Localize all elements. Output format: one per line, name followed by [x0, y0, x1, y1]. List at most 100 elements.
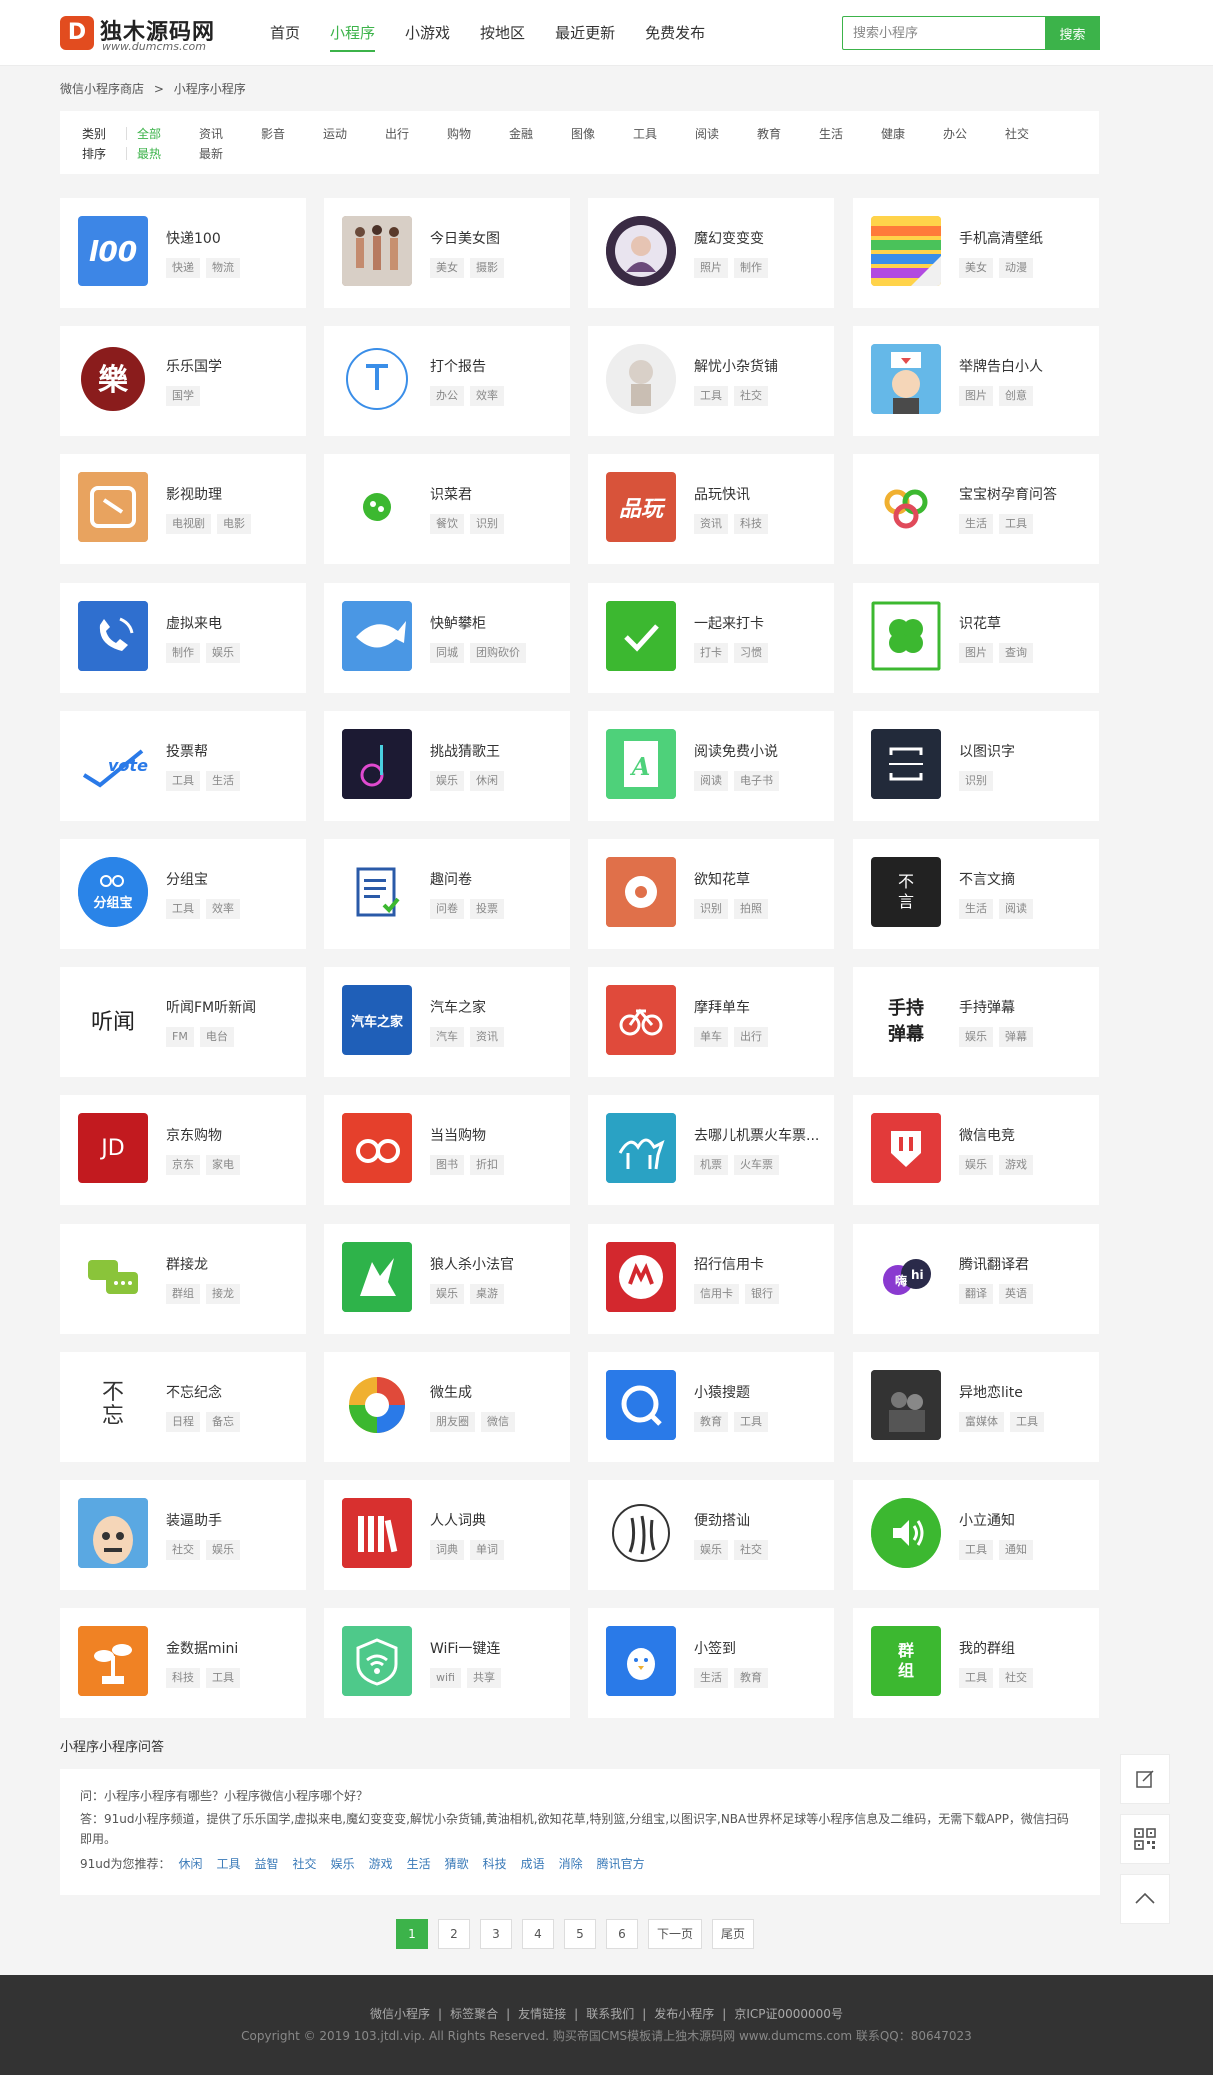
- app-name[interactable]: 狼人杀小法官: [430, 1254, 514, 1274]
- app-card[interactable]: 微生成 朋友圈 微信: [324, 1352, 570, 1462]
- app-card[interactable]: vote 投票帮 工具 生活: [60, 711, 306, 821]
- category-option[interactable]: 生活: [819, 125, 881, 142]
- app-tag[interactable]: 微信: [481, 1412, 515, 1432]
- app-card[interactable]: 樂 乐乐国学 国学: [60, 326, 306, 436]
- app-card[interactable]: 打个报告 办公 效率: [324, 326, 570, 436]
- rainbow-paper-icon[interactable]: [871, 216, 941, 286]
- app-card[interactable]: 便劲搭讪 娱乐 社交: [588, 1480, 834, 1590]
- app-tag[interactable]: 工具: [166, 899, 200, 919]
- app-tag[interactable]: 工具: [694, 386, 728, 406]
- app-tag[interactable]: 共享: [466, 1668, 501, 1688]
- app-name[interactable]: 影视助理: [166, 484, 222, 504]
- app-card[interactable]: 去哪儿机票火车票... 机票 火车票: [588, 1095, 834, 1205]
- recommend-link[interactable]: 猜歌: [445, 1855, 469, 1872]
- app-card[interactable]: 摩拜单车 单车 出行: [588, 967, 834, 1077]
- app-tag[interactable]: 家电: [206, 1155, 240, 1175]
- app-tag[interactable]: 拍照: [734, 899, 768, 919]
- category-option[interactable]: 社交: [1005, 125, 1067, 142]
- recommend-link[interactable]: 休闲: [179, 1855, 203, 1872]
- app-tag[interactable]: 出行: [734, 1027, 768, 1047]
- buyan-icon[interactable]: 不言: [871, 857, 941, 927]
- app-name[interactable]: 解忧小杂货铺: [694, 356, 778, 376]
- flower-icon[interactable]: [606, 857, 676, 927]
- app-tag[interactable]: 生活: [959, 899, 993, 919]
- recommend-link[interactable]: 工具: [217, 1855, 241, 1872]
- recommend-link[interactable]: 成语: [521, 1855, 545, 1872]
- recommend-link[interactable]: 科技: [483, 1855, 507, 1872]
- nav-item[interactable]: 首页: [255, 0, 315, 66]
- page-button[interactable]: 5: [564, 1919, 596, 1949]
- category-option[interactable]: 运动: [323, 125, 385, 142]
- app-tag[interactable]: 银行: [745, 1284, 779, 1304]
- app-name[interactable]: 招行信用卡: [694, 1254, 764, 1274]
- site-logo[interactable]: D 独木源码网 www.dumcms.com: [60, 14, 235, 54]
- app-tag[interactable]: 识别: [694, 899, 728, 919]
- app-tag[interactable]: 单词: [470, 1540, 504, 1560]
- category-option[interactable]: 出行: [385, 125, 447, 142]
- app-tag[interactable]: 朋友圈: [430, 1412, 475, 1432]
- app-tag[interactable]: 动漫: [999, 258, 1033, 278]
- app-name[interactable]: 我的群组: [959, 1638, 1015, 1658]
- sprout-icon[interactable]: [78, 1626, 148, 1696]
- app-tag[interactable]: 制作: [734, 258, 768, 278]
- app-card[interactable]: l00 快递100 快递 物流: [60, 198, 306, 308]
- edit-icon[interactable]: [1120, 1754, 1170, 1804]
- app-tag[interactable]: 汽车: [430, 1027, 464, 1047]
- app-tag[interactable]: 阅读: [999, 899, 1033, 919]
- app-tag[interactable]: 娱乐: [694, 1540, 728, 1560]
- app-tag[interactable]: 资讯: [470, 1027, 504, 1047]
- dangdang-icon[interactable]: [342, 1113, 412, 1183]
- app-card[interactable]: 手机高清壁纸 美女 动漫: [853, 198, 1099, 308]
- app-tag[interactable]: 工具: [959, 1668, 993, 1688]
- page-button[interactable]: 下一页: [648, 1919, 703, 1949]
- page-button[interactable]: 1: [396, 1919, 428, 1949]
- bike-icon[interactable]: [606, 985, 676, 1055]
- app-card[interactable]: 不忘不忘纪念 日程 备忘: [60, 1352, 306, 1462]
- recommend-link[interactable]: 消除: [559, 1855, 583, 1872]
- app-card[interactable]: 小立通知 工具 通知: [853, 1480, 1099, 1590]
- app-tag[interactable]: 美女: [430, 258, 464, 278]
- app-card[interactable]: 快鲈攀柜 同城 团购砍价: [324, 583, 570, 693]
- app-name[interactable]: 京东购物: [166, 1125, 222, 1145]
- app-tag[interactable]: 娱乐: [959, 1155, 993, 1175]
- app-tag[interactable]: 折扣: [470, 1155, 504, 1175]
- page-button[interactable]: 2: [438, 1919, 470, 1949]
- app-tag[interactable]: 信用卡: [694, 1284, 739, 1304]
- app-name[interactable]: 腾讯翻译君: [959, 1254, 1029, 1274]
- breadcrumb-home[interactable]: 微信小程序商店: [60, 82, 144, 96]
- app-tag[interactable]: 电影: [217, 514, 251, 534]
- app-name[interactable]: 乐乐国学: [166, 356, 222, 376]
- buwang-icon[interactable]: 不忘: [78, 1370, 148, 1440]
- app-name[interactable]: 今日美女图: [430, 228, 500, 248]
- page-button[interactable]: 6: [606, 1919, 638, 1949]
- app-card[interactable]: 欲知花草 识别 拍照: [588, 839, 834, 949]
- app-tag[interactable]: 工具: [206, 1668, 240, 1688]
- footer-link[interactable]: 京ICP证0000000号: [734, 2007, 843, 2021]
- app-card[interactable]: 举牌告白小人 图片 创意: [853, 326, 1099, 436]
- app-card[interactable]: 今日美女图 美女 摄影: [324, 198, 570, 308]
- app-card[interactable]: 一起来打卡 打卡 习惯: [588, 583, 834, 693]
- app-tag[interactable]: wifi: [430, 1668, 461, 1688]
- app-card[interactable]: 小签到 生活 教育: [588, 1608, 834, 1718]
- app-name[interactable]: 汽车之家: [430, 997, 486, 1017]
- app-name[interactable]: 装逼助手: [166, 1510, 222, 1530]
- footer-link[interactable]: 微信小程序: [370, 2007, 430, 2021]
- jd-icon[interactable]: JD: [78, 1113, 148, 1183]
- app-tag[interactable]: 工具: [1010, 1412, 1044, 1432]
- app-tag[interactable]: 机票: [694, 1155, 728, 1175]
- app-tag[interactable]: 创意: [999, 386, 1033, 406]
- app-tag[interactable]: 团购砍价: [470, 643, 526, 663]
- bird-icon[interactable]: [606, 1626, 676, 1696]
- app-card[interactable]: 微信电竞 娱乐 游戏: [853, 1095, 1099, 1205]
- app-card[interactable]: A 阅读免费小说 阅读 电子书: [588, 711, 834, 821]
- app-tag[interactable]: 社交: [999, 1668, 1033, 1688]
- app-tag[interactable]: 餐饮: [430, 514, 464, 534]
- category-option[interactable]: 健康: [881, 125, 943, 142]
- app-card[interactable]: 不言不言文摘 生活 阅读: [853, 839, 1099, 949]
- survey-icon[interactable]: [342, 857, 412, 927]
- app-tag[interactable]: 英语: [999, 1284, 1033, 1304]
- danmu-icon[interactable]: 手持 弹幕: [871, 985, 941, 1055]
- category-option[interactable]: 阅读: [695, 125, 757, 142]
- app-tag[interactable]: 习惯: [734, 643, 768, 663]
- app-tag[interactable]: 火车票: [734, 1155, 779, 1175]
